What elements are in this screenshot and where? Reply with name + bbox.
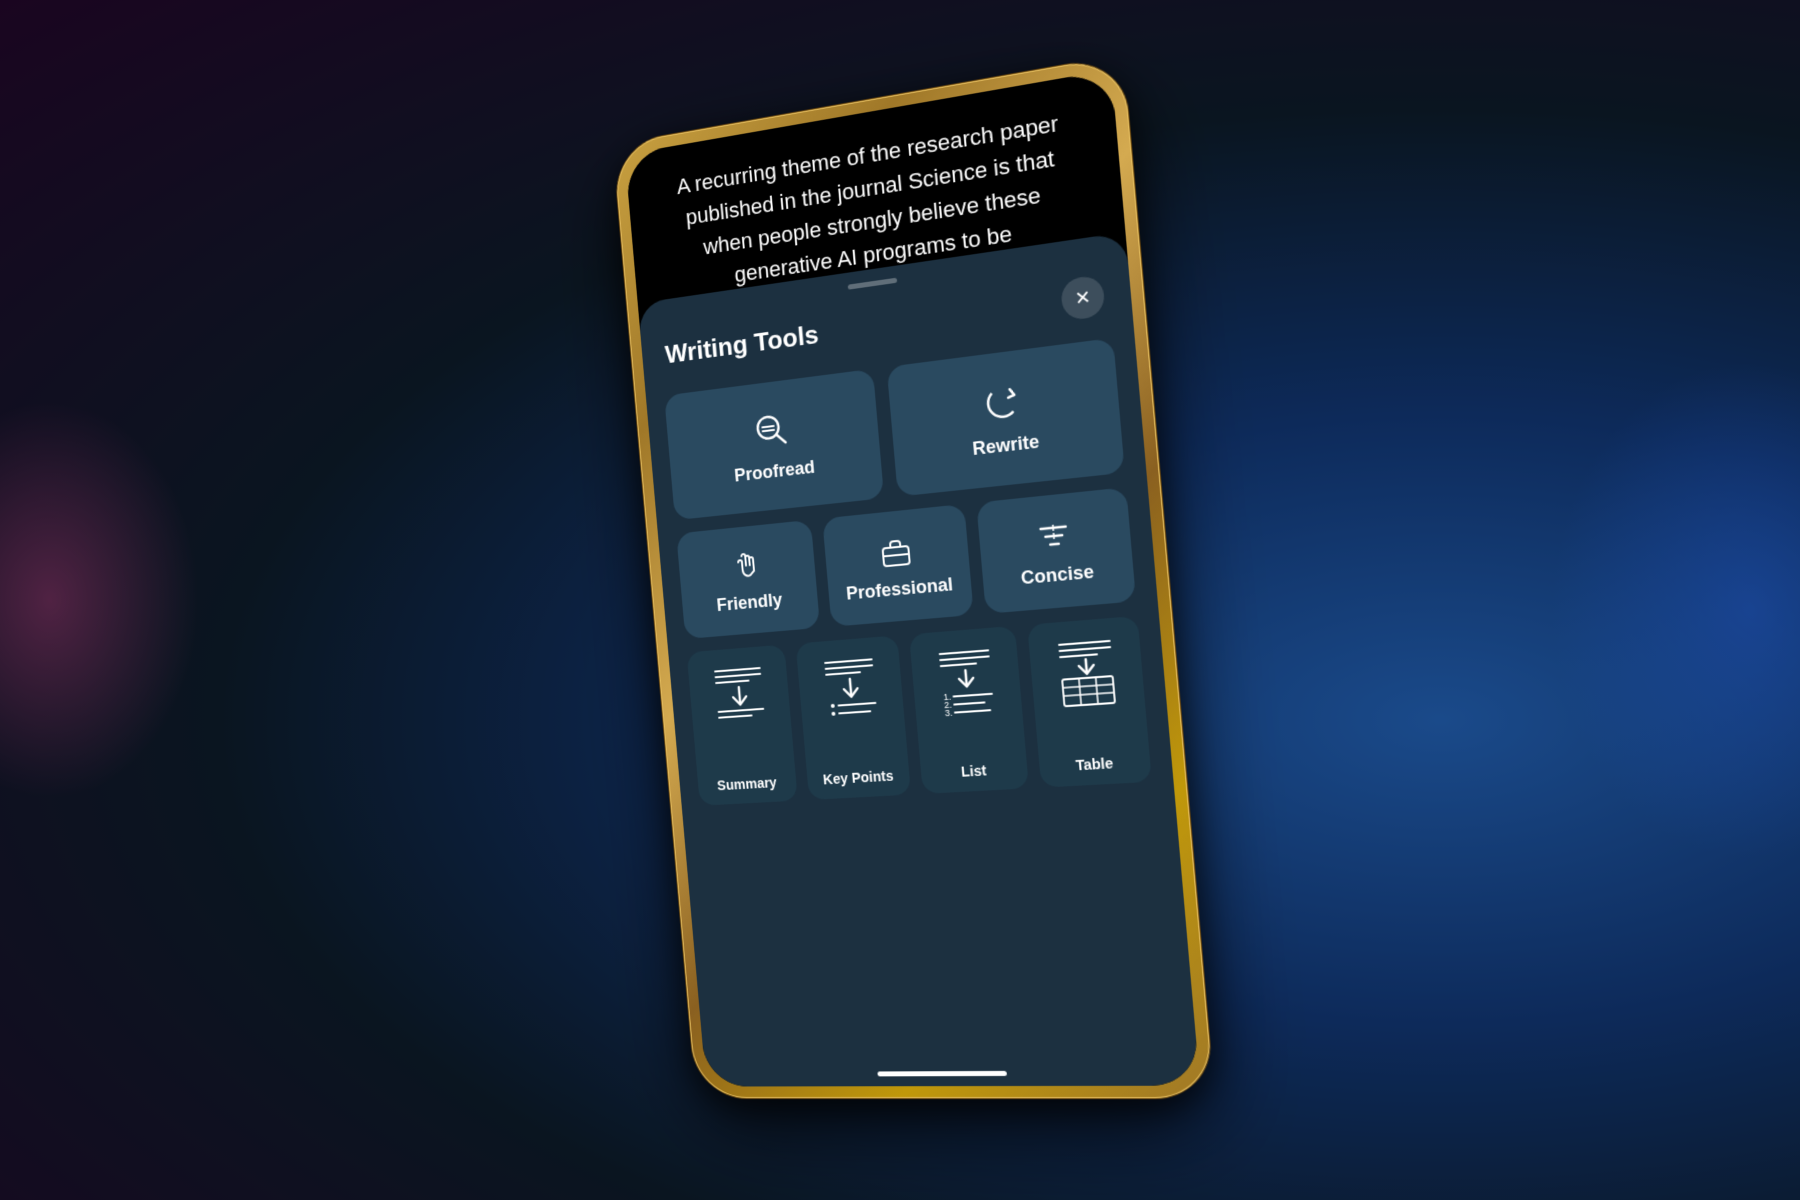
list-button[interactable]: 1. 2. 3. List xyxy=(909,626,1029,794)
close-icon: ✕ xyxy=(1074,286,1092,310)
proofread-icon xyxy=(750,408,791,452)
concise-label: Concise xyxy=(1020,561,1095,589)
concise-button[interactable]: Concise xyxy=(976,487,1136,614)
home-indicator xyxy=(877,1071,1007,1076)
close-button[interactable]: ✕ xyxy=(1060,274,1106,321)
professional-button[interactable]: Professional xyxy=(822,504,974,627)
phone-wrapper: A recurring theme of the research paper … xyxy=(613,55,1214,1098)
panel-title: Writing Tools xyxy=(664,319,820,370)
professional-label: Professional xyxy=(845,574,953,604)
rewrite-icon xyxy=(980,379,1025,425)
drag-handle[interactable] xyxy=(848,278,898,290)
summary-button[interactable]: Summary xyxy=(687,645,798,806)
rewrite-button[interactable]: Rewrite xyxy=(887,338,1125,497)
friendly-label: Friendly xyxy=(716,589,783,615)
svg-text:3.: 3. xyxy=(944,708,952,719)
table-label: Table xyxy=(1070,744,1119,786)
key-points-label: Key Points xyxy=(818,757,899,799)
glow-left xyxy=(0,400,200,800)
top-tools-row: Proofread Rewrite xyxy=(664,338,1125,520)
proofread-button[interactable]: Proofread xyxy=(664,369,884,520)
summary-label: Summary xyxy=(712,764,782,805)
list-label: List xyxy=(956,752,993,792)
concise-icon xyxy=(1033,515,1074,555)
key-points-icon xyxy=(814,651,886,727)
friendly-icon xyxy=(728,546,765,584)
summary-icon xyxy=(705,660,774,734)
bottom-tools-row: Summary xyxy=(687,616,1152,806)
professional-icon xyxy=(876,531,915,570)
writing-tools-panel: Writing Tools ✕ xyxy=(638,232,1200,1087)
rewrite-label: Rewrite xyxy=(972,431,1041,460)
table-button[interactable]: Table xyxy=(1027,616,1152,788)
key-points-button[interactable]: Key Points xyxy=(796,635,911,800)
list-icon: 1. 2. 3. xyxy=(929,641,1004,718)
table-icon xyxy=(1047,632,1125,711)
glow-right xyxy=(1550,360,1800,860)
proofread-label: Proofread xyxy=(733,456,815,486)
scene: A recurring theme of the research paper … xyxy=(0,0,1800,1200)
phone-screen: A recurring theme of the research paper … xyxy=(625,70,1200,1087)
friendly-button[interactable]: Friendly xyxy=(676,520,820,639)
phone-frame: A recurring theme of the research paper … xyxy=(613,55,1214,1098)
